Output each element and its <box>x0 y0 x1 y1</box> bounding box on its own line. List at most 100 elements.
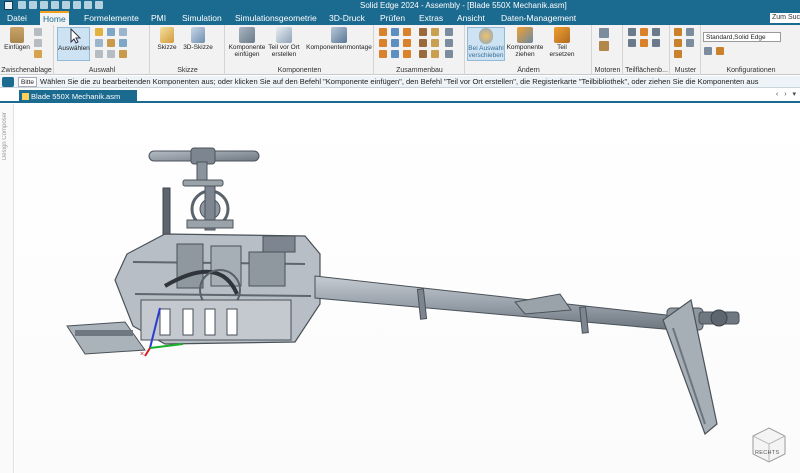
select-mode-icon[interactable] <box>107 28 115 36</box>
tab-pruefen[interactable]: Prüfen <box>377 11 408 25</box>
cam-icon[interactable] <box>403 39 411 47</box>
face-offset-icon[interactable] <box>652 28 660 36</box>
create-in-place-button[interactable]: Teil vor Ort erstellen <box>266 27 302 58</box>
replace-part-button[interactable]: Teil ersetzen <box>546 27 578 58</box>
cut-icon[interactable] <box>34 28 42 36</box>
paste-button[interactable]: Einfügen <box>3 27 31 51</box>
customize-icon[interactable] <box>95 1 103 9</box>
save-icon[interactable] <box>40 1 48 9</box>
window-title: Solid Edge 2024 - Assembly - [Blade 550X… <box>360 1 567 10</box>
duplicate-icon[interactable] <box>686 39 694 47</box>
document-tab-label: Blade 550X Mechanik.asm <box>31 92 121 101</box>
insert-relation-icon[interactable] <box>431 28 439 36</box>
helicopter-model[interactable]: × <box>15 104 800 473</box>
relationship-assistant-icon[interactable] <box>445 50 453 58</box>
open-file-icon[interactable] <box>29 1 37 9</box>
gear-relation-icon[interactable] <box>419 39 427 47</box>
insert-component-label: Komponente einfügen <box>228 44 266 58</box>
tab-pmi[interactable]: PMI <box>148 11 169 25</box>
select-body-icon[interactable] <box>107 50 115 58</box>
display-config-icon[interactable] <box>704 47 712 55</box>
group-label: Zusammenbau <box>396 67 443 74</box>
prompt-badge: Bitte <box>18 77 38 87</box>
select-button[interactable]: Auswählen <box>57 27 90 61</box>
redo-icon[interactable] <box>84 1 92 9</box>
tail-boom[interactable] <box>314 275 676 334</box>
select-parts-icon[interactable] <box>107 39 115 47</box>
document-tab[interactable]: Blade 550X Mechanik.asm <box>19 90 137 103</box>
mate-icon[interactable] <box>391 28 399 36</box>
fastener-icon[interactable] <box>674 50 682 58</box>
tab-datei[interactable]: Datei <box>4 11 30 25</box>
tab-formelemente[interactable]: Formelemente <box>81 11 142 25</box>
box-select-icon[interactable] <box>95 39 103 47</box>
graphics-viewport[interactable]: × RECHTS <box>15 104 800 473</box>
insert-component-icon <box>239 27 255 43</box>
move-on-select-button[interactable]: Bei Auswahl verschieben <box>467 27 505 61</box>
parallel-icon[interactable] <box>431 39 439 47</box>
print-icon[interactable] <box>62 1 70 9</box>
sketch-3d-button[interactable]: 3D-Skizze <box>181 27 215 51</box>
skid-rail[interactable] <box>75 330 133 336</box>
component-assembly-button[interactable]: Komponentenmontage <box>306 27 372 51</box>
tab-daten-management[interactable]: Daten-Management <box>498 11 579 25</box>
mirror-icon[interactable] <box>686 28 694 36</box>
drag-component-button[interactable]: Komponente ziehen <box>506 27 544 58</box>
planar-align-icon[interactable] <box>403 28 411 36</box>
save-as-icon[interactable] <box>51 1 59 9</box>
connect-icon[interactable] <box>445 28 453 36</box>
flash-fit-icon[interactable] <box>431 50 439 58</box>
tab-ansicht[interactable]: Ansicht <box>454 11 488 25</box>
main-frame[interactable] <box>114 233 321 345</box>
select-feature-icon[interactable] <box>119 50 127 58</box>
tab-extras[interactable]: Extras <box>416 11 446 25</box>
insert-component-button[interactable]: Komponente einfügen <box>228 27 266 58</box>
tab-navigation[interactable]: ‹ › ▾ <box>776 90 798 98</box>
rigid-set-icon[interactable] <box>379 50 387 58</box>
filter-icon[interactable] <box>95 28 103 36</box>
view-cube[interactable]: RECHTS <box>749 424 789 464</box>
group-label: Skizze <box>177 67 198 74</box>
tangent-icon[interactable] <box>391 39 399 47</box>
select-arrow-icon <box>65 27 83 44</box>
face-relate-icon[interactable] <box>628 28 636 36</box>
pattern-icon[interactable] <box>674 28 682 36</box>
undo-icon[interactable] <box>73 1 81 9</box>
angle-icon[interactable] <box>379 39 387 47</box>
along-curve-icon[interactable] <box>674 39 682 47</box>
face-move-icon[interactable] <box>640 28 648 36</box>
command-search-input[interactable]: Zum Suchen <box>770 13 800 23</box>
path-icon[interactable] <box>445 39 453 47</box>
motor-icon[interactable] <box>599 28 609 38</box>
match-coordinate-icon[interactable] <box>419 50 427 58</box>
tab-home[interactable]: Home <box>40 11 69 25</box>
format-painter-icon[interactable] <box>34 50 42 58</box>
face-align-icon[interactable] <box>628 39 636 47</box>
select-edge-icon[interactable] <box>95 50 103 58</box>
group-label: Zwischenablage <box>1 67 52 74</box>
tab-3d-druck[interactable]: 3D-Druck <box>326 11 368 25</box>
group-label: Komponenten <box>277 67 322 74</box>
solid-edge-app-icon[interactable] <box>4 1 13 10</box>
face-resize-icon[interactable] <box>652 39 660 47</box>
component-assembly-icon <box>331 27 347 43</box>
copy-icon[interactable] <box>34 39 42 47</box>
save-config-icon[interactable] <box>716 47 724 55</box>
tab-simulationsgeometrie[interactable]: Simulationsgeometrie <box>232 11 320 25</box>
select-tools-icon[interactable] <box>119 28 127 36</box>
group-komponenten: Komponente einfügen Teil vor Ort erstell… <box>226 25 374 75</box>
sketch-button[interactable]: Skizze <box>155 27 179 51</box>
assemble-relationship-icon[interactable] <box>379 28 387 36</box>
group-label: Teilflächenb... <box>625 67 668 74</box>
axial-align-icon[interactable] <box>419 28 427 36</box>
sketch-3d-label: 3D-Skizze <box>183 44 213 51</box>
design-composer-pane[interactable]: Design Composer <box>0 104 14 473</box>
simulate-motor-icon[interactable] <box>599 41 609 51</box>
new-file-icon[interactable] <box>18 1 26 9</box>
configuration-select[interactable]: Standard,Solid Edge <box>703 32 781 42</box>
face-rotate-icon[interactable] <box>640 39 648 47</box>
tab-simulation[interactable]: Simulation <box>179 11 225 25</box>
center-plane-icon[interactable] <box>403 50 411 58</box>
ground-icon[interactable] <box>391 50 399 58</box>
select-face-icon[interactable] <box>119 39 127 47</box>
